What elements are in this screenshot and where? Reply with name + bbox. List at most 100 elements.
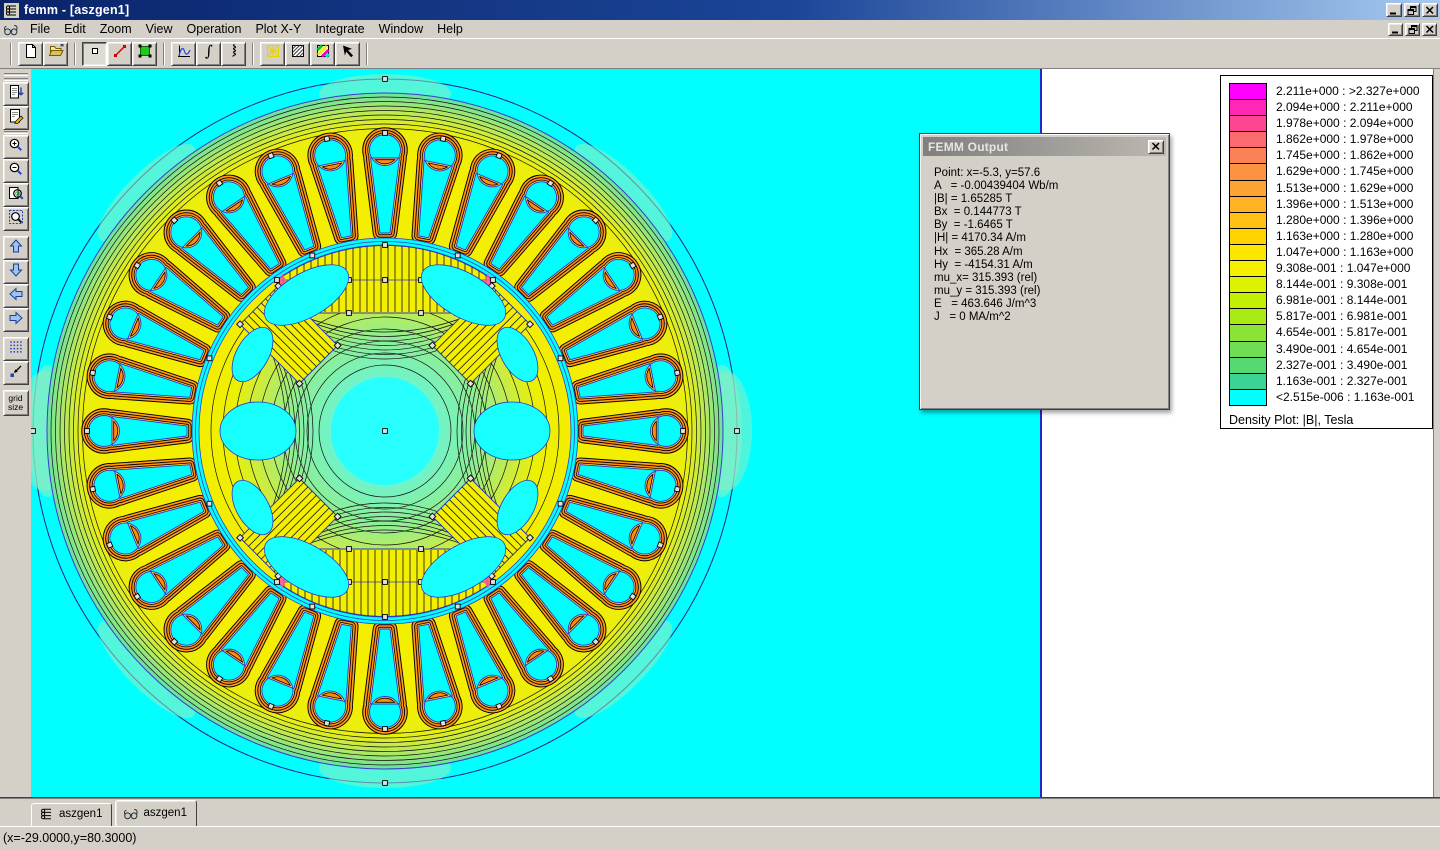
child-close-button[interactable]: [1422, 22, 1437, 36]
grid-dots-icon: [8, 339, 24, 360]
line-mode-button[interactable]: [107, 41, 132, 66]
status-bar: (x=-29.0000,y=80.3000): [0, 826, 1440, 850]
arrow-up-icon: [8, 238, 24, 259]
menu-item-integrate[interactable]: Integrate: [308, 21, 371, 37]
menu-item-plot-x-y[interactable]: Plot X-Y: [248, 21, 308, 37]
open-file-button[interactable]: [43, 41, 68, 66]
line-icon: [112, 43, 128, 64]
legend-row: 1.862e+000 : 1.978e+000: [1229, 131, 1432, 149]
legend-row: 1.163e+000 : 1.280e+000: [1229, 227, 1432, 245]
menu-item-file[interactable]: File: [23, 21, 57, 37]
femm-output-close-button[interactable]: [1148, 139, 1164, 154]
zoom-in-icon: [8, 137, 24, 158]
toolbar-separator: [366, 42, 368, 65]
menu-item-help[interactable]: Help: [430, 21, 470, 37]
toolbar-separator: [252, 42, 254, 65]
line-integral-button[interactable]: ∫: [196, 41, 221, 66]
legend-row: 8.144e-001 : 9.308e-001: [1229, 276, 1432, 294]
menu-item-edit[interactable]: Edit: [57, 21, 93, 37]
motor-density-plot: [31, 74, 752, 788]
density-plot-button[interactable]: [310, 41, 335, 66]
legend-row: 2.211e+000 : >2.327e+000: [1229, 83, 1432, 101]
restore-button[interactable]: [1404, 3, 1420, 17]
close-button[interactable]: [1422, 3, 1438, 17]
sidebar-handle: [3, 73, 28, 76]
menu-item-zoom[interactable]: Zoom: [93, 21, 139, 37]
toolbar-separator: [163, 42, 165, 65]
legend-label: 1.047e+000 : 1.163e+000: [1276, 244, 1414, 259]
show-mesh-button[interactable]: [260, 41, 285, 66]
block-integral-button[interactable]: [221, 41, 246, 66]
legend-label: 1.396e+000 : 1.513e+000: [1276, 196, 1414, 211]
grid-toggle-button[interactable]: [2, 337, 29, 361]
curve-icon: [176, 43, 192, 64]
glasses-icon[interactable]: [3, 21, 19, 37]
legend-swatch: [1229, 115, 1267, 133]
legend-row: 1.978e+000 : 2.094e+000: [1229, 115, 1432, 133]
toolbar: ∫: [0, 38, 1440, 68]
zoom-extents-button[interactable]: [2, 183, 29, 207]
output-line: |H| = 4170.34 A/m: [934, 232, 1026, 245]
legend-rows: 2.211e+000 : >2.327e+000 2.094e+000 : 2.2…: [1229, 83, 1432, 406]
svg-text:∫: ∫: [205, 43, 213, 59]
menu-item-view[interactable]: View: [139, 21, 180, 37]
legend-swatch: [1229, 276, 1267, 294]
legend-swatch: [1229, 308, 1267, 326]
edit-values-button[interactable]: [2, 106, 29, 130]
pan-right-button[interactable]: [2, 308, 29, 332]
legend-swatch: [1229, 260, 1267, 278]
grid-size-button[interactable]: grid size: [2, 390, 29, 416]
app-window: femm - [aszgen1] File Edit Zoom View Operati…: [0, 0, 1440, 850]
density-plot-canvas[interactable]: [31, 69, 1042, 797]
area-mode-button[interactable]: [132, 41, 157, 66]
contour-plot-button[interactable]: [285, 41, 310, 66]
zoom-window-icon: [8, 209, 24, 230]
minimize-button[interactable]: [1386, 3, 1402, 17]
legend-label: 1.745e+000 : 1.862e+000: [1276, 148, 1414, 163]
integral-icon: ∫: [201, 42, 217, 64]
menu-item-operation[interactable]: Operation: [180, 21, 249, 37]
tab-label: aszgen1: [59, 808, 103, 820]
legend-swatch: [1229, 179, 1267, 197]
pan-up-button[interactable]: [2, 236, 29, 260]
title-bar[interactable]: femm - [aszgen1]: [0, 0, 1440, 20]
zoom-out-button[interactable]: [2, 159, 29, 183]
legend-row: 1.513e+000 : 1.629e+000: [1229, 179, 1432, 197]
legend-label: 1.513e+000 : 1.629e+000: [1276, 180, 1414, 195]
coil-icon: [39, 806, 55, 822]
zoom-window-button[interactable]: [2, 207, 29, 231]
output-line: By = -1.6465 T: [934, 219, 1013, 232]
femm-output-body: Point: x=-5.3, y=57.6 A = -0.00439404 Wb/…: [920, 156, 1169, 324]
legend-swatch: [1229, 388, 1267, 406]
femm-output-title-bar[interactable]: FEMM Output: [923, 137, 1166, 156]
legend-label: 1.280e+000 : 1.396e+000: [1276, 212, 1414, 227]
legend-swatch: [1229, 163, 1267, 181]
legend-row: 3.490e-001 : 4.654e-001: [1229, 340, 1432, 358]
new-file-button[interactable]: [18, 41, 43, 66]
legend-label: 2.327e-001 : 3.490e-001: [1276, 357, 1408, 372]
xy-plot-button[interactable]: [171, 41, 196, 66]
glasses-icon: [123, 805, 139, 821]
legend-swatch: [1229, 147, 1267, 165]
point-mode-button[interactable]: [82, 41, 107, 66]
snap-grid-button[interactable]: [2, 361, 29, 385]
child-restore-button[interactable]: [1405, 22, 1420, 36]
femm-output-title: FEMM Output: [928, 139, 1009, 154]
document-tab-aszgen1[interactable]: aszgen1: [31, 803, 113, 826]
document-tab-aszgen1-active[interactable]: aszgen1: [115, 800, 197, 826]
legend-row: <2.515e-006 : 1.163e-001: [1229, 388, 1432, 406]
menu-items-container: File Edit Zoom View Operation Plot X-Y Integra…: [23, 21, 470, 37]
child-minimize-button[interactable]: [1388, 22, 1403, 36]
pan-down-button[interactable]: [2, 260, 29, 284]
pan-left-button[interactable]: [2, 284, 29, 308]
legend-swatch: [1229, 227, 1267, 245]
zoom-in-button[interactable]: [2, 135, 29, 159]
legend-row: 9.308e-001 : 1.047e+000: [1229, 260, 1432, 278]
point-values-button[interactable]: [2, 82, 29, 106]
pointer-icon: [340, 43, 356, 64]
menu-item-window[interactable]: Window: [372, 21, 430, 37]
density-icon: [315, 43, 331, 64]
output-line: Hy = -4154.31 A/m: [934, 258, 1033, 271]
doc-pencil-icon: [8, 108, 24, 129]
show-vectors-button[interactable]: [335, 41, 360, 66]
